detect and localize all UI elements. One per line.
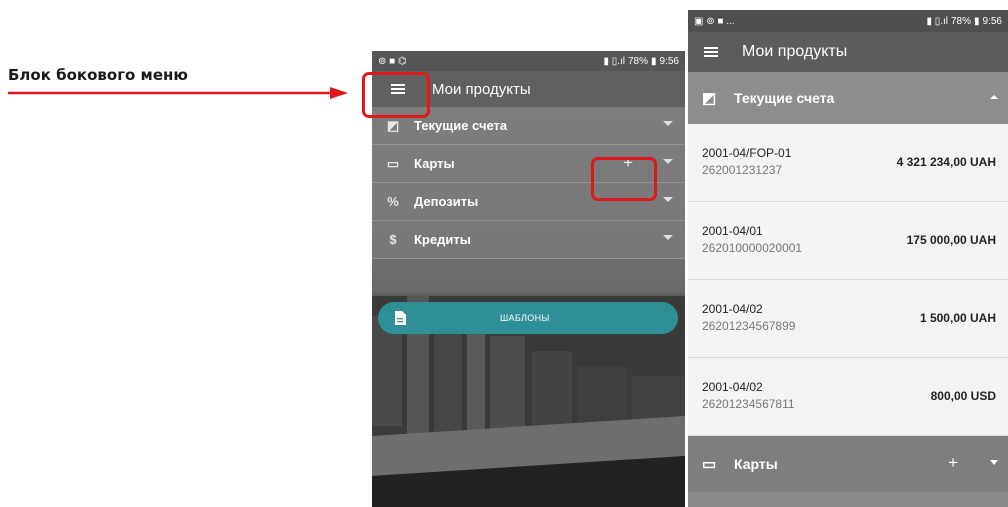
status-bar: ▣ ⊚ ■ ... ▮ ▯.ıl 78% ▮ 9:56 [688, 10, 1008, 32]
clock: 9:56 [659, 55, 679, 67]
menu-item-label: Депозиты [414, 194, 479, 209]
menu-item-label: Карты [414, 156, 455, 171]
battery-level: 78% [628, 55, 649, 67]
account-row[interactable]: 2001-04/FOP-01 262001231237 4 321 234,00… [688, 124, 1008, 202]
menu-item-credits[interactable]: $ Кредиты [372, 221, 685, 259]
section-current-accounts[interactable]: ◩ Текущие счета [688, 72, 1008, 124]
chevron-down-icon [663, 159, 673, 164]
chevron-down-icon [663, 197, 673, 202]
account-iban: 26201234567811 [702, 397, 795, 411]
account-balance: 1 500,00 UAH [919, 311, 996, 325]
account-number: 2001-04/02 [702, 302, 763, 316]
next-section-strip [688, 492, 1008, 507]
annotation-label: Блок бокового меню [8, 66, 188, 84]
chevron-up-icon [990, 95, 998, 99]
account-balance: 800,00 USD [930, 389, 996, 403]
account-number: 2001-04/FOP-01 [702, 146, 792, 160]
account-number: 2001-04/02 [702, 380, 763, 394]
account-number: 2001-04/01 [702, 224, 763, 238]
annotation-arrow [8, 87, 348, 99]
account-iban: 262001231237 [702, 163, 783, 177]
account-row[interactable]: 2001-04/02 26201234567899 1 500,00 UAH [688, 280, 1008, 358]
status-notification-icons: ▣ ⊚ ■ ... [694, 15, 735, 27]
card-icon: ▭ [702, 456, 717, 473]
highlight-menu-button [362, 72, 430, 118]
chevron-down-icon [990, 460, 998, 465]
add-card-button[interactable]: + [948, 453, 958, 473]
signal-icon: ▮ ▯.ıl [603, 55, 625, 67]
app-bar: Мои продукты [688, 32, 1008, 72]
clock: 9:56 [982, 15, 1002, 27]
menu-button[interactable] [688, 32, 734, 72]
battery-icon: ▮ [974, 15, 980, 27]
screenshot: Блок бокового меню ⊚ ■ ⌬ ▮ ▯.ıl 78% ▮ 9:… [0, 0, 1008, 507]
page-title: Мои продукты [742, 43, 848, 60]
chart-icon: ◩ [386, 117, 400, 133]
menu-item-label: Кредиты [414, 232, 471, 247]
page-title: Мои продукты [432, 80, 531, 98]
account-balance: 4 321 234,00 UAH [896, 155, 996, 169]
status-notification-icons: ⊚ ■ ⌬ [378, 55, 407, 67]
account-balance: 175 000,00 UAH [906, 233, 996, 247]
templates-button[interactable]: ШАБЛОНЫ [378, 302, 678, 334]
highlight-add-card-button [591, 157, 657, 201]
card-icon: ▭ [386, 155, 400, 171]
battery-icon: ▮ [651, 55, 657, 67]
section-label: Текущие счета [734, 90, 835, 106]
templates-button-label: ШАБЛОНЫ [500, 313, 550, 323]
document-icon [378, 311, 422, 325]
account-row[interactable]: 2001-04/02 26201234567811 800,00 USD [688, 358, 1008, 436]
phone-accounts-screen: ▣ ⊚ ■ ... ▮ ▯.ıl 78% ▮ 9:56 Мои продукты… [688, 10, 1008, 507]
status-bar: ⊚ ■ ⌬ ▮ ▯.ıl 78% ▮ 9:56 [372, 51, 685, 71]
signal-icon: ▮ ▯.ıl [926, 15, 948, 27]
menu-item-label: Текущие счета [414, 118, 508, 133]
battery-level: 78% [951, 15, 972, 27]
phone-side-menu: ⊚ ■ ⌬ ▮ ▯.ıl 78% ▮ 9:56 Мои продукты ◩ Т… [372, 51, 685, 507]
chevron-down-icon [663, 121, 673, 126]
section-cards[interactable]: ▭ Карты + [688, 436, 1008, 492]
section-label: Карты [734, 456, 778, 472]
hamburger-icon [704, 47, 718, 57]
chart-icon: ◩ [702, 90, 717, 107]
account-iban: 262010000020001 [702, 241, 803, 255]
percent-icon: % [387, 194, 399, 209]
account-iban: 26201234567899 [702, 319, 796, 333]
account-row[interactable]: 2001-04/01 262010000020001 175 000,00 UA… [688, 202, 1008, 280]
dollar-icon: $ [389, 232, 397, 247]
chevron-down-icon [663, 235, 673, 240]
